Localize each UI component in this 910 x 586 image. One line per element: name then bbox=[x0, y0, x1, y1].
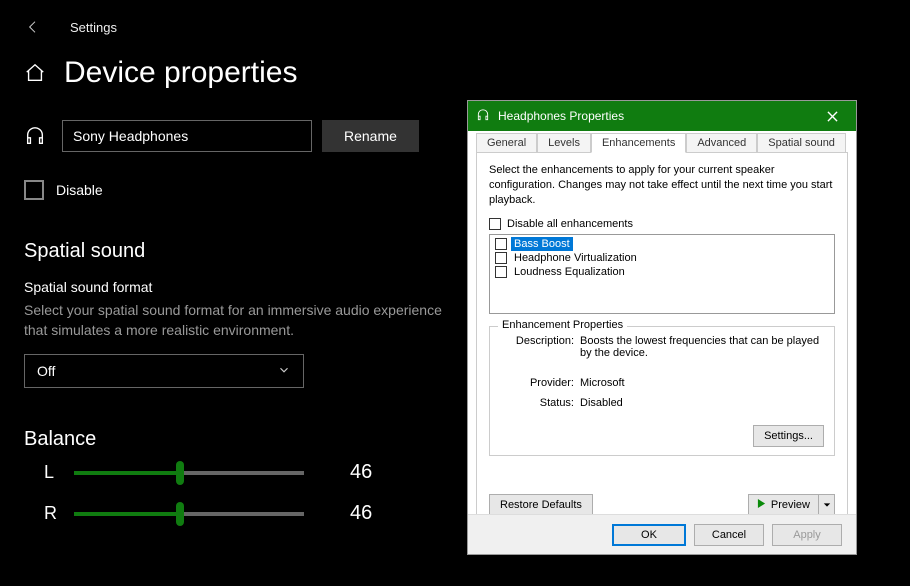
preview-dropdown-button[interactable] bbox=[819, 494, 835, 516]
enhancement-item[interactable]: Loudness Equalization bbox=[495, 265, 829, 279]
enhancement-item[interactable]: Headphone Virtualization bbox=[495, 251, 829, 265]
spatial-description: Select your spatial sound format for an … bbox=[24, 301, 444, 340]
status-key: Status: bbox=[500, 397, 574, 409]
headphones-icon bbox=[476, 108, 490, 125]
balance-left-label: L bbox=[44, 462, 58, 483]
apply-button[interactable]: Apply bbox=[772, 524, 842, 546]
tab-general[interactable]: General bbox=[476, 133, 537, 152]
restore-defaults-button[interactable]: Restore Defaults bbox=[489, 494, 593, 516]
cancel-button[interactable]: Cancel bbox=[694, 524, 764, 546]
preview-button[interactable]: Preview bbox=[748, 494, 819, 516]
title-row: Device properties bbox=[24, 56, 886, 90]
play-icon bbox=[757, 499, 766, 511]
slider-thumb[interactable] bbox=[176, 502, 184, 526]
spatial-selected-value: Off bbox=[37, 363, 55, 379]
disable-checkbox[interactable] bbox=[24, 180, 44, 200]
balance-right-slider[interactable] bbox=[74, 512, 304, 516]
description-key: Description: bbox=[500, 335, 574, 359]
home-icon[interactable] bbox=[24, 62, 46, 84]
balance-left-value: 46 bbox=[350, 461, 372, 484]
headphones-icon bbox=[24, 125, 46, 147]
close-button[interactable] bbox=[816, 104, 848, 128]
tab-levels[interactable]: Levels bbox=[537, 133, 591, 152]
top-bar: Settings bbox=[24, 18, 886, 36]
provider-value: Microsoft bbox=[580, 377, 824, 389]
enhancement-label[interactable]: Headphone Virtualization bbox=[511, 251, 640, 265]
tab-enhancements[interactable]: Enhancements bbox=[591, 133, 686, 153]
headphones-properties-dialog: Headphones Properties General Levels Enh… bbox=[467, 100, 857, 555]
dialog-body: General Levels Enhancements Advanced Spa… bbox=[468, 131, 856, 537]
rename-button[interactable]: Rename bbox=[322, 120, 419, 152]
enhancement-settings-button[interactable]: Settings... bbox=[753, 425, 824, 447]
preview-label: Preview bbox=[771, 499, 810, 511]
provider-key: Provider: bbox=[500, 377, 574, 389]
chevron-down-icon bbox=[277, 363, 291, 380]
disable-all-label: Disable all enhancements bbox=[507, 218, 633, 230]
tab-spatial-sound[interactable]: Spatial sound bbox=[757, 133, 846, 152]
enhancement-checkbox[interactable] bbox=[495, 238, 507, 250]
dialog-footer: OK Cancel Apply bbox=[468, 514, 856, 554]
settings-label: Settings bbox=[70, 20, 117, 35]
balance-right-label: R bbox=[44, 503, 58, 524]
description-value: Boosts the lowest frequencies that can b… bbox=[580, 335, 824, 359]
balance-right-value: 46 bbox=[350, 502, 372, 525]
enhancement-item[interactable]: Bass Boost bbox=[495, 237, 829, 251]
tabs-row: General Levels Enhancements Advanced Spa… bbox=[476, 133, 848, 153]
disable-all-checkbox[interactable] bbox=[489, 218, 501, 230]
device-name-input[interactable] bbox=[62, 120, 312, 152]
preview-control: Preview bbox=[748, 494, 835, 516]
enhancement-checkbox[interactable] bbox=[495, 252, 507, 264]
tab-content: Select the enhancements to apply for you… bbox=[476, 153, 848, 529]
enhancement-label[interactable]: Loudness Equalization bbox=[511, 265, 628, 279]
enhancement-properties-fieldset: Enhancement Properties Description: Boos… bbox=[489, 326, 835, 456]
enhancement-label[interactable]: Bass Boost bbox=[511, 237, 573, 251]
tab-advanced[interactable]: Advanced bbox=[686, 133, 757, 152]
spatial-format-dropdown[interactable]: Off bbox=[24, 354, 304, 388]
dialog-titlebar[interactable]: Headphones Properties bbox=[468, 101, 856, 131]
disable-label: Disable bbox=[56, 182, 103, 198]
ok-button[interactable]: OK bbox=[612, 524, 686, 546]
enhancement-checkbox[interactable] bbox=[495, 266, 507, 278]
page-title: Device properties bbox=[64, 56, 297, 90]
enhancements-instruction: Select the enhancements to apply for you… bbox=[489, 163, 835, 208]
enhancements-list[interactable]: Bass Boost Headphone Virtualization Loud… bbox=[489, 234, 835, 314]
tab-bottom-row: Restore Defaults Preview bbox=[489, 494, 835, 516]
properties-legend: Enhancement Properties bbox=[498, 319, 627, 331]
status-value: Disabled bbox=[580, 397, 824, 409]
slider-thumb[interactable] bbox=[176, 461, 184, 485]
balance-left-slider[interactable] bbox=[74, 471, 304, 475]
disable-all-row: Disable all enhancements bbox=[489, 218, 835, 230]
back-arrow-icon[interactable] bbox=[24, 18, 42, 36]
dialog-title: Headphones Properties bbox=[498, 109, 624, 123]
